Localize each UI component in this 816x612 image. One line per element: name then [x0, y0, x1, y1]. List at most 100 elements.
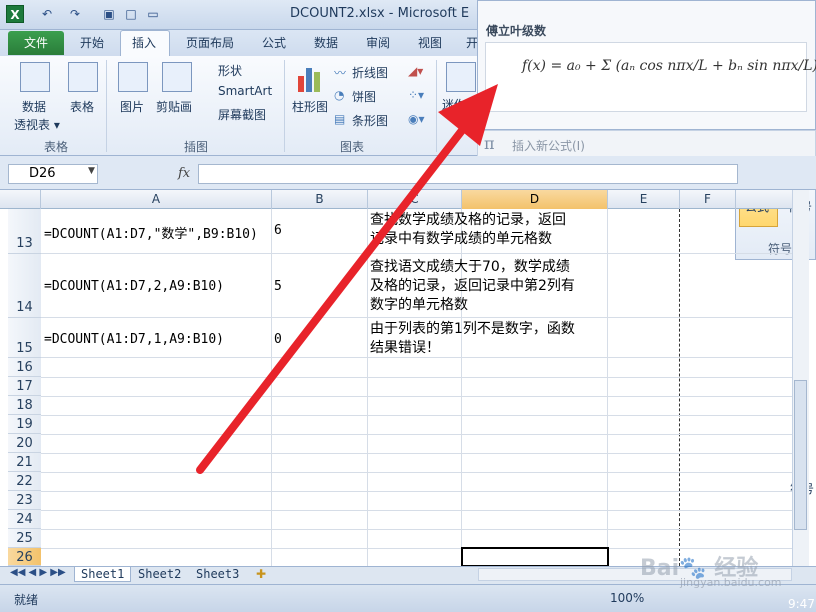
gridline [41, 472, 792, 473]
bar-chart-button[interactable]: 条形图 [352, 112, 388, 129]
cell-a15[interactable]: =DCOUNT(A1:D7,1,A9:B10) [44, 332, 224, 347]
smartart-button[interactable]: SmartArt [218, 84, 272, 98]
clipart-icon [162, 62, 192, 92]
insert-function-icon[interactable]: fx [178, 166, 190, 181]
column-header-a[interactable]: A [41, 190, 272, 209]
screenshot-button[interactable]: 屏幕截图 [218, 106, 266, 123]
formula-input[interactable] [198, 164, 738, 184]
vertical-scroll-thumb[interactable] [794, 380, 807, 530]
name-box-dropdown-icon[interactable]: ▼ [88, 166, 95, 176]
column-chart-button[interactable]: 柱形图 [292, 98, 328, 115]
row-header-22[interactable]: 22 [8, 472, 41, 491]
insert-new-equation-label[interactable]: 插入新公式(I) [512, 137, 585, 154]
sheet-tab-3[interactable]: Sheet3 [190, 567, 245, 582]
cell-d14-line2[interactable]: 及格的记录，返回记录中第2列有 [370, 277, 575, 296]
column-header-b[interactable]: B [272, 190, 368, 209]
tab-formulas[interactable]: 公式 [262, 34, 286, 51]
pi-icon: π [484, 134, 495, 153]
cell-a13[interactable]: =DCOUNT(A1:D7,"数学",B9:B10) [44, 223, 258, 242]
gridline [607, 209, 608, 566]
area-chart-icon[interactable]: ◢▾ [408, 64, 423, 78]
pie-chart-button[interactable]: 饼图 [352, 88, 376, 105]
select-all-corner[interactable] [8, 190, 41, 209]
cell-d13-line1[interactable]: 查找数学成绩及格的记录，返回 [370, 211, 566, 230]
watermark-url: jingyan.baidu.com [680, 576, 782, 589]
window-title: DCOUNT2.xlsx - Microsoft E [290, 6, 470, 21]
picture-icon [118, 62, 148, 92]
cell-b14[interactable]: 5 [274, 279, 282, 294]
row-header-24[interactable]: 24 [8, 510, 41, 529]
pivot-table-button[interactable]: 数据 [22, 98, 46, 115]
column-header-d[interactable]: D [462, 190, 608, 209]
zoom-level[interactable]: 100% [610, 591, 644, 605]
cell-d13-line2[interactable]: 记录中有数学成绩的单元格数 [370, 230, 552, 249]
row-header-17[interactable]: 17 [8, 377, 41, 396]
table-button[interactable]: 表格 [70, 98, 94, 115]
cell-b15[interactable]: 0 [274, 332, 282, 347]
table-icon [68, 62, 98, 92]
group-separator [436, 60, 437, 152]
excel-app-icon[interactable]: X [6, 5, 24, 23]
cell-d14-line1[interactable]: 查找语文成绩大于70，数学成绩 [370, 258, 570, 277]
pivot-table-button-label2[interactable]: 透视表 ▾ [14, 116, 60, 133]
redo-icon[interactable]: ↷ [66, 6, 84, 22]
sheet-tab-1[interactable]: Sheet1 [74, 567, 132, 582]
file-tab[interactable]: 文件 [8, 31, 64, 55]
column-header-c[interactable]: C [368, 190, 462, 209]
gridline [41, 253, 792, 254]
gridline [41, 453, 792, 454]
name-box[interactable]: D26 [8, 164, 98, 184]
line-chart-icon: 〰 [334, 66, 347, 80]
shapes-button[interactable]: 形状 [218, 62, 242, 79]
cell-d14-line3[interactable]: 数字的单元格数 [370, 296, 468, 315]
line-chart-button[interactable]: 折线图 [352, 64, 388, 81]
tab-view[interactable]: 视图 [418, 34, 442, 51]
row-header-18[interactable]: 18 [8, 396, 41, 415]
save-icon[interactable]: ▣ [100, 6, 118, 22]
undo-icon[interactable]: ↶ [38, 6, 56, 22]
scatter-chart-icon[interactable]: ⁘▾ [408, 88, 424, 102]
row-header-14[interactable]: 14 [8, 254, 41, 318]
insert-sheet-icon[interactable]: ✚ [256, 567, 266, 581]
sheet-tab-2[interactable]: Sheet2 [132, 567, 187, 582]
row-header-15[interactable]: 15 [8, 318, 41, 358]
picture-button[interactable]: 图片 [120, 98, 144, 115]
gridline [41, 434, 792, 435]
tab-data[interactable]: 数据 [314, 34, 338, 51]
pie-chart-icon: ◔ [334, 88, 345, 102]
fourier-series-equation[interactable] [485, 42, 807, 112]
gridline [41, 396, 792, 397]
column-header-f[interactable]: F [680, 190, 736, 209]
group-label-illustrations: 插图 [184, 140, 209, 154]
group-label-tables: 表格 [44, 140, 69, 154]
row-header-16[interactable]: 16 [8, 358, 41, 377]
row-header-26[interactable]: 26 [8, 548, 41, 566]
new-icon[interactable]: □ [122, 6, 140, 22]
cell-d15-line1[interactable]: 由于列表的第1列不是数字，函数 [370, 320, 575, 339]
clipart-button[interactable]: 剪贴画 [156, 98, 192, 115]
gridline [41, 529, 792, 530]
row-header-13[interactable]: 13 [8, 209, 41, 254]
active-cell-d26[interactable] [461, 547, 609, 567]
tab-home[interactable]: 开始 [80, 34, 104, 51]
cell-d15-line2[interactable]: 结果错误！ [370, 339, 440, 358]
other-chart-icon[interactable]: ◉▾ [408, 112, 425, 126]
sheet-nav-icon[interactable]: ◀◀ ◀ ▶ ▶▶ [10, 567, 66, 578]
gridline [41, 415, 792, 416]
cell-a14[interactable]: =DCOUNT(A1:D7,2,A9:B10) [44, 279, 224, 294]
gridline [41, 510, 792, 511]
row-header-23[interactable]: 23 [8, 491, 41, 510]
tab-review[interactable]: 审阅 [366, 34, 390, 51]
sparkline-button[interactable]: 迷你图 [442, 96, 478, 113]
group-label-charts: 图表 [340, 140, 365, 154]
bar-chart-icon: ▤ [334, 112, 346, 126]
row-header-20[interactable]: 20 [8, 434, 41, 453]
tab-page-layout[interactable]: 页面布局 [186, 34, 234, 51]
row-header-19[interactable]: 19 [8, 415, 41, 434]
cell-b13[interactable]: 6 [274, 223, 282, 238]
row-header-21[interactable]: 21 [8, 453, 41, 472]
tab-insert[interactable]: 插入 [132, 34, 156, 51]
column-header-e[interactable]: E [608, 190, 680, 209]
row-header-25[interactable]: 25 [8, 529, 41, 548]
open-icon[interactable]: ▭ [144, 6, 162, 22]
